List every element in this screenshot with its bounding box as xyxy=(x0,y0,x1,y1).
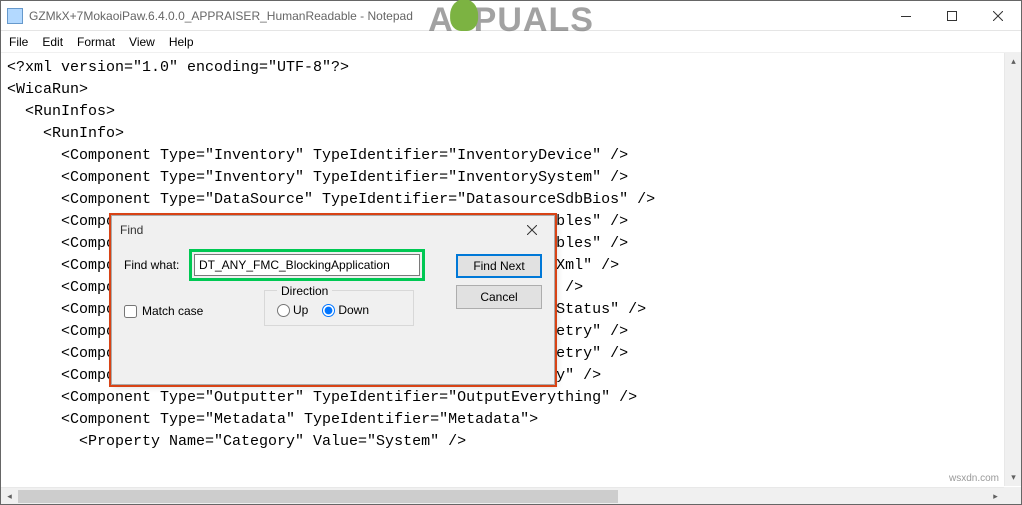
scroll-right-icon[interactable]: ▸ xyxy=(987,488,1004,505)
direction-legend: Direction xyxy=(277,284,332,298)
match-case-checkbox[interactable] xyxy=(124,305,137,318)
window-controls xyxy=(883,1,1021,31)
horizontal-scroll-thumb[interactable] xyxy=(18,490,618,503)
menu-help[interactable]: Help xyxy=(169,35,194,49)
find-what-label: Find what: xyxy=(124,258,184,272)
horizontal-scrollbar[interactable]: ◂ ▸ xyxy=(1,487,1004,504)
menu-format[interactable]: Format xyxy=(77,35,115,49)
title-bar: GZMkX+7MokaoiPaw.6.4.0.0_APPRAISER_Human… xyxy=(1,1,1021,31)
find-title-text: Find xyxy=(120,223,143,237)
find-next-button[interactable]: Find Next xyxy=(456,254,542,278)
find-what-input[interactable] xyxy=(194,254,420,276)
direction-up[interactable]: Up xyxy=(277,303,308,317)
find-dialog: Find Find what: Find Next Cancel Directi… xyxy=(111,215,555,385)
match-case-label: Match case xyxy=(142,304,203,318)
find-close-button[interactable] xyxy=(518,218,546,242)
maximize-icon xyxy=(947,11,957,21)
minimize-button[interactable] xyxy=(883,1,929,31)
scroll-up-icon[interactable]: ▴ xyxy=(1005,53,1022,70)
attribution: wsxdn.com xyxy=(949,473,999,484)
window-title: GZMkX+7MokaoiPaw.6.4.0.0_APPRAISER_Human… xyxy=(29,9,413,23)
minimize-icon xyxy=(901,16,911,17)
match-case[interactable]: Match case xyxy=(124,304,203,318)
direction-down-radio[interactable] xyxy=(322,304,335,317)
cancel-button[interactable]: Cancel xyxy=(456,285,542,309)
menu-view[interactable]: View xyxy=(129,35,155,49)
menu-file[interactable]: File xyxy=(9,35,28,49)
close-button[interactable] xyxy=(975,1,1021,31)
close-icon xyxy=(527,225,537,235)
notepad-icon xyxy=(7,8,23,24)
maximize-button[interactable] xyxy=(929,1,975,31)
direction-group: Direction Up Down xyxy=(264,290,414,326)
scrollbar-corner xyxy=(1004,487,1021,504)
vertical-scrollbar[interactable]: ▴ ▾ xyxy=(1004,53,1021,486)
direction-up-radio[interactable] xyxy=(277,304,290,317)
direction-down[interactable]: Down xyxy=(322,303,369,317)
scroll-down-icon[interactable]: ▾ xyxy=(1005,469,1022,486)
menu-edit[interactable]: Edit xyxy=(42,35,63,49)
find-title-bar: Find xyxy=(112,216,554,244)
scroll-left-icon[interactable]: ◂ xyxy=(1,488,18,505)
close-icon xyxy=(993,11,1003,21)
menu-bar: File Edit Format View Help xyxy=(1,31,1021,53)
